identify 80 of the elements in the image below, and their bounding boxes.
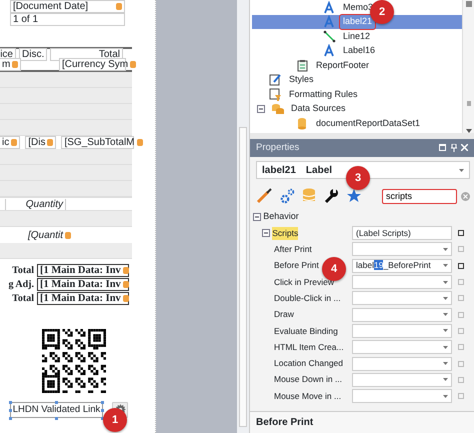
database-icon <box>11 139 18 146</box>
property-name: Location Changed <box>274 357 344 370</box>
property-name: Evaluate Binding <box>274 324 338 338</box>
star-icon[interactable] <box>346 188 362 204</box>
database-icon <box>47 139 54 146</box>
link-label[interactable]: LHDN Validated Link <box>10 402 103 418</box>
property-name: Draw <box>274 308 294 321</box>
clear-icon[interactable] <box>461 192 470 200</box>
close-icon[interactable] <box>461 144 468 151</box>
database-icon[interactable] <box>302 188 316 204</box>
database-icon <box>130 61 136 68</box>
letter-a-icon <box>323 15 336 28</box>
total-label: g Adj. <box>8 278 34 292</box>
database-icon <box>65 232 72 238</box>
tree-item[interactable]: Formatting Rules <box>286 88 361 101</box>
vertical-scrollbar[interactable] <box>237 0 249 433</box>
property-name: Double-Click in ... <box>274 292 341 305</box>
caret-icon <box>443 280 448 284</box>
category-label: Behavior <box>263 210 299 224</box>
description-title: Before Print <box>250 411 474 433</box>
caret-icon <box>443 264 448 268</box>
caret-icon <box>443 346 448 349</box>
caret-icon <box>443 313 448 316</box>
caret-icon <box>443 329 448 332</box>
styles-icon <box>269 73 282 86</box>
database-icon <box>296 116 309 130</box>
line-icon <box>323 30 336 43</box>
property-name: Mouse Down in ... <box>274 373 342 386</box>
scroll-up-icon[interactable] <box>466 1 472 7</box>
property-name: After Print <box>274 243 312 256</box>
collapse-icon[interactable] <box>257 104 265 113</box>
database-icon <box>12 61 18 68</box>
tree-item[interactable]: Styles <box>286 73 317 86</box>
database-icon <box>136 139 143 146</box>
data-field[interactable]: ic <box>0 136 20 149</box>
wrench-icon[interactable] <box>323 188 339 204</box>
property-value[interactable]: label19_BeforePrint <box>352 258 452 273</box>
property-value[interactable]: (Label Scripts) <box>352 226 452 240</box>
total-label: Total <box>12 292 34 306</box>
tree-item[interactable]: Label16 <box>340 44 378 58</box>
quantity-header: Quantity <box>5 198 66 210</box>
tree-item[interactable]: Line12 <box>340 30 374 43</box>
brush-icon[interactable] <box>256 188 272 204</box>
tree-scrollbar[interactable] <box>462 0 474 133</box>
property-name: Before Print <box>274 259 319 272</box>
caret-icon <box>443 394 448 398</box>
collapse-icon[interactable] <box>262 229 270 238</box>
property-name: HTML Item Crea... <box>274 340 344 354</box>
panel-title: Properties <box>256 140 300 155</box>
column-header: Disc. <box>19 48 47 60</box>
pin-icon[interactable] <box>450 144 456 152</box>
total-field[interactable]: [1 Main Data: Inv <box>37 264 129 276</box>
collapse-icon[interactable] <box>253 213 261 221</box>
data-field[interactable]: m <box>0 58 22 71</box>
total-label: Total <box>12 264 34 278</box>
gears-icon[interactable] <box>279 188 295 204</box>
discount-field[interactable]: [Dis <box>25 136 56 149</box>
total-field[interactable]: [1 Main Data: Inv <box>37 278 129 290</box>
tree-item[interactable]: ReportFooter <box>313 58 372 72</box>
caret-icon <box>459 168 464 172</box>
tree-item[interactable]: Data Sources <box>288 102 349 116</box>
database-icon <box>116 2 122 10</box>
letter-a-icon <box>323 44 336 58</box>
letter-a-icon <box>323 0 336 14</box>
rules-icon <box>269 88 282 101</box>
page-number-field[interactable]: 1 of 1 <box>10 13 125 26</box>
tree-item[interactable]: documentReportDataSet1 <box>313 116 424 130</box>
property-group-label: Scripts <box>272 226 298 240</box>
search-field[interactable]: scripts <box>382 188 457 204</box>
database-icon <box>271 102 284 116</box>
caret-icon <box>443 362 448 366</box>
caret-icon <box>443 378 448 382</box>
caret-icon <box>443 296 448 300</box>
clipboard-icon <box>296 58 309 72</box>
property-name: Mouse Move in ... <box>274 390 342 402</box>
total-field[interactable]: [1 Main Data: Inv <box>37 292 129 304</box>
date-field[interactable]: [Document Date] <box>10 0 125 12</box>
qr-code-drawing <box>42 329 106 393</box>
caret-icon <box>443 248 448 251</box>
dock-icon[interactable] <box>439 144 446 151</box>
